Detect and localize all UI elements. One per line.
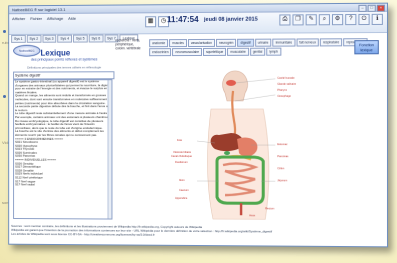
mouth-shape (225, 79, 236, 86)
filter-muscles[interactable]: muscles (169, 39, 187, 48)
print-icon[interactable]: ⎙ (279, 14, 291, 26)
function-lexique-button[interactable]: Fonction lexique (354, 40, 379, 55)
diagram-label: Cavité buccale (277, 76, 295, 80)
settings-icon[interactable]: ⚙ (331, 14, 344, 26)
filter-endocrinien[interactable]: endocrinien (149, 48, 172, 57)
diagram-label: Glande salivaire (277, 82, 297, 86)
diagram-label: Oesophage (277, 94, 291, 98)
diagram-label: Caecum (179, 188, 189, 192)
tab-sys-1[interactable]: Sys 1 (11, 34, 26, 43)
help-icon[interactable]: ? (345, 13, 357, 26)
quick-icons: ▦ ◷ (145, 16, 170, 28)
minimize-button[interactable]: – (358, 4, 367, 12)
lexique-subtitle-small: Définitions principales des termes utili… (27, 65, 102, 70)
filter-vascularisation[interactable]: vascularisation (187, 38, 215, 48)
diagram-label: Appendice (175, 196, 188, 200)
copy-icon[interactable]: ❐ (292, 14, 304, 26)
zoom-icon[interactable]: ⌕ (318, 14, 330, 26)
calendar-icon[interactable]: ▦ (145, 16, 157, 28)
filter-neuromusculaire[interactable]: neuromusculaire (172, 47, 203, 57)
diagram-label: Pharynx (277, 88, 287, 92)
app-logo: NatbeeBEG (13, 44, 41, 57)
diagram-label: Rectum (265, 207, 275, 211)
bullet-dot (3, 30, 6, 33)
menu-item-fichier[interactable]: Fichier (29, 16, 43, 21)
digestive-system-illustration (196, 70, 378, 222)
definition-text[interactable]: Le système gastro-intestinal (ou apparei… (13, 79, 113, 220)
gallbladder-shape (223, 150, 230, 155)
sources-footer: Sources : sont mention contraire, les dé… (11, 224, 383, 238)
definition-scrollbar[interactable] (107, 80, 112, 219)
close-button[interactable]: × (376, 4, 385, 12)
definition-paragraph: S1? Nerf radial (15, 182, 35, 187)
window-title: NatbeeBEG ® sur logiciel 13.1 (12, 6, 66, 13)
diagram-label: Pancréas (277, 155, 289, 159)
clock-time: 11:47:54 (167, 14, 199, 25)
menu-bar: Afficher Fichier Affichage Aide (11, 16, 77, 21)
filter-lymph[interactable]: lymph (266, 47, 281, 56)
filter-anatomie[interactable]: anatomie (149, 39, 169, 48)
info-icon[interactable]: ℹ (371, 13, 383, 25)
filter-fait-nerveux[interactable]: fait nerveux (296, 38, 319, 47)
tab-sys-5[interactable]: Sys 5 (73, 34, 88, 43)
diagram-label: Anus (249, 214, 256, 218)
filter-urinaire[interactable]: urinaire (254, 38, 272, 47)
tab-sys-6[interactable]: Sys 6 (88, 34, 104, 43)
menu-item-afficher[interactable]: Afficher (11, 16, 26, 21)
clock-date: jeudi 08 janvier 2015 (203, 16, 258, 23)
filter-digestif[interactable]: digestif (237, 38, 254, 47)
diagram-label: Jéjunum (277, 179, 288, 183)
filter-genital[interactable]: genital (249, 47, 266, 56)
menu-item-affichage[interactable]: Affichage (46, 16, 64, 21)
selected-word-field[interactable]: Système digestif (13, 71, 115, 80)
lexique-subtitle: des principaux points réflexes et systèm… (30, 57, 98, 62)
search-hint-line: colonn. vertébrale (115, 45, 141, 50)
lexique-panel: NatbeeBEG Lexique des principaux points … (11, 42, 115, 221)
diagram-label: Foie (177, 138, 183, 142)
tab-sys-2[interactable]: Sys 2 (26, 34, 42, 43)
exit-icon[interactable]: ⏻ (358, 13, 370, 26)
tool-icons: ⎙ ❐ ✎ ⌕ ⚙ ? ⏻ ℹ (279, 13, 383, 26)
definition-paragraph: Le système gastro-intestinal (ou apparei… (15, 79, 110, 95)
anatomy-image-panel: Cavité buccale Glande salivaire Pharynx … (115, 60, 379, 223)
maximize-button[interactable]: □ (367, 4, 376, 12)
diagram-label: Côlon (277, 167, 285, 171)
bullet-dot (3, 95, 6, 98)
diagram-label: Iléon (179, 178, 185, 182)
filter-musculaire[interactable]: musculaire (227, 47, 249, 56)
diagram-label: Duodénum (175, 160, 188, 164)
lexique-title: Lexique (40, 48, 71, 58)
filter-respiratoire[interactable]: respiratoire (320, 38, 343, 47)
head-outline (222, 70, 248, 102)
tab-sys-3[interactable]: Sys 3 (42, 34, 57, 43)
diagram-label: Canal cholédoque (171, 154, 192, 158)
menu-item-aide[interactable]: Aide (67, 16, 77, 21)
system-filter-buttons: anatomie muscles vascularisation neurogr… (149, 38, 381, 57)
filter-immunitaire[interactable]: immunitaire (272, 38, 296, 47)
diagram-label: Vésicule biliaire (173, 150, 192, 154)
app-window: NatbeeBEG ® sur logiciel 13.1 – □ × Affi… (8, 2, 389, 248)
toolbar: Afficher Fichier Affichage Aide ▦ ◷ 11:4… (9, 11, 387, 35)
tab-sys-4[interactable]: Sys 4 (57, 34, 73, 43)
search-hint: recherche : nerfs, périphérique, colonn.… (115, 38, 147, 50)
diagram-label: Estomac (277, 143, 288, 147)
edit-icon[interactable]: ✎ (305, 14, 317, 26)
filter-squelettique[interactable]: squelettique (203, 47, 227, 56)
filter-neurogren[interactable]: neurogrén (215, 38, 237, 47)
